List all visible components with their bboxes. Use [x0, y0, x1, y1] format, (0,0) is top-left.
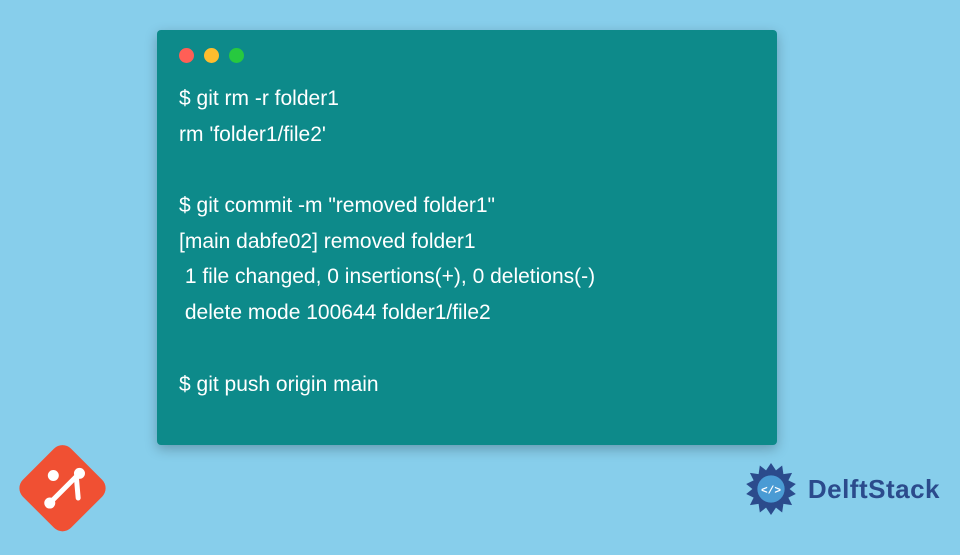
- svg-text:</>: </>: [761, 485, 781, 497]
- terminal-output: $ git rm -r folder1 rm 'folder1/file2' $…: [179, 81, 757, 402]
- window-controls: [179, 48, 757, 63]
- minimize-icon: [204, 48, 219, 63]
- delftstack-logo: </> DelftStack: [740, 458, 940, 520]
- close-icon: [179, 48, 194, 63]
- delftstack-label: DelftStack: [808, 474, 940, 505]
- maximize-icon: [229, 48, 244, 63]
- git-logo-icon: [0, 420, 130, 554]
- terminal-window: $ git rm -r folder1 rm 'folder1/file2' $…: [157, 30, 777, 445]
- delftstack-badge-icon: </>: [740, 458, 802, 520]
